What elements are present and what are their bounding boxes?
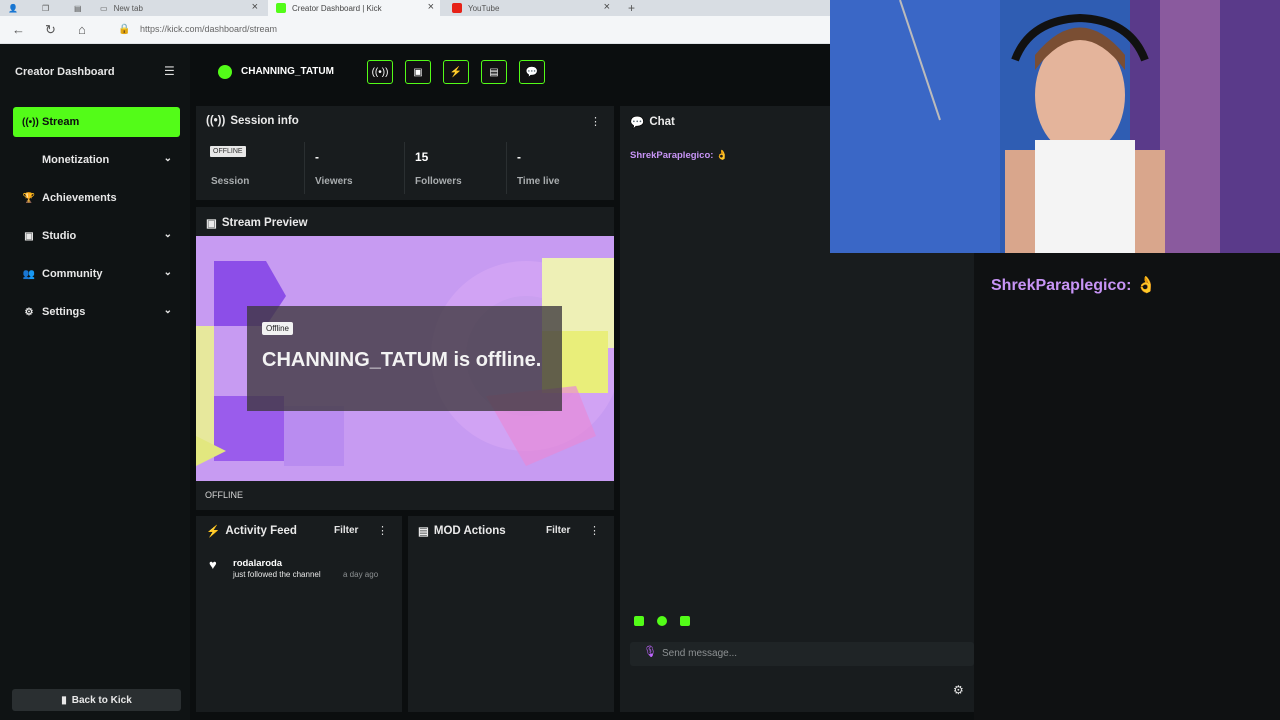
preview-status: OFFLINE xyxy=(205,490,244,500)
lightning-icon: ⚡ xyxy=(449,66,463,78)
stat-viewers: - xyxy=(315,150,319,164)
sidebar-item-settings[interactable]: ⚙ Settings ⌄ xyxy=(13,297,180,327)
status-badge: OFFLINE xyxy=(210,146,246,157)
more-options-icon[interactable]: ⋮ xyxy=(589,524,600,537)
channel-avatar xyxy=(218,65,232,79)
broadcast-icon: ((•)) xyxy=(371,66,389,78)
refresh-icon[interactable]: ↻ xyxy=(45,22,56,38)
preview-button[interactable]: ▣ xyxy=(405,60,431,84)
heart-icon: ♥ xyxy=(209,557,217,572)
door-icon: ▮ xyxy=(61,694,67,706)
back-arrow-icon[interactable]: ← xyxy=(12,22,25,37)
session-info-title: Session info xyxy=(230,115,299,127)
address-bar: ← ↻ ⌂ 🔒 https://kick.com/dashboard/strea… xyxy=(0,16,830,44)
follower-name[interactable]: rodalaroda xyxy=(233,558,282,569)
url-field[interactable]: https://kick.com/dashboard/stream xyxy=(140,24,277,34)
chat-message: ShrekParaplegico: 👌 xyxy=(630,150,728,161)
close-tab-icon[interactable]: × xyxy=(604,0,610,14)
follow-timestamp: a day ago xyxy=(343,570,379,579)
dashboard-topbar: CHANNING_TATUM ((•)) ▣ ⚡ ▤ 💬 xyxy=(190,44,830,99)
collapse-sidebar-icon[interactable]: ☰ xyxy=(164,64,175,78)
mod-filter-button[interactable]: Filter xyxy=(546,525,570,536)
activity-button[interactable]: ⚡ xyxy=(443,60,469,84)
stream-preview-image: Offline CHANNING_TATUM is offline. xyxy=(196,236,614,481)
chevron-down-icon: ⌄ xyxy=(163,153,172,164)
webcam-overlay xyxy=(830,0,1280,253)
sidebar-item-studio[interactable]: ▣ Studio ⌄ xyxy=(13,221,180,251)
home-icon[interactable]: ⌂ xyxy=(78,22,86,37)
chevron-down-icon: ⌄ xyxy=(163,229,172,240)
more-options-icon[interactable]: ⋮ xyxy=(590,115,601,128)
stat-followers: 15 xyxy=(415,150,429,164)
stat-label-followers: Followers xyxy=(415,176,462,187)
overlay-side-panel xyxy=(974,253,1280,720)
new-tab-icon[interactable]: + xyxy=(620,0,640,16)
sidebar-title: Creator Dashboard xyxy=(15,66,115,78)
lightning-icon: ⚡ xyxy=(206,526,221,538)
studio-icon: ▣ xyxy=(24,230,34,242)
profile-icon[interactable]: 👤 xyxy=(0,0,30,16)
document-icon: ▤ xyxy=(418,526,429,538)
sidebar-item-stream[interactable]: ((•)) Stream xyxy=(13,107,180,137)
emote-icon[interactable] xyxy=(634,616,644,626)
offline-badge: Offline xyxy=(262,322,293,335)
stream-preview-title: Stream Preview xyxy=(221,217,308,229)
tab-creator-dashboard[interactable]: Creator Dashboard | Kick × xyxy=(268,0,440,16)
sidebar-item-monetization[interactable]: Monetization ⌄ xyxy=(13,145,180,175)
tab-youtube[interactable]: YouTube × xyxy=(444,0,616,16)
chevron-down-icon: ⌄ xyxy=(163,267,172,278)
page-icon: ▭ xyxy=(100,3,108,13)
browser-tab-bar: 👤 ❐ ▤ ▭ New tab × Creator Dashboard | Ki… xyxy=(0,0,830,16)
tab-new-tab[interactable]: ▭ New tab × xyxy=(92,0,264,16)
activity-feed-panel: ⚡ Activity Feed Filter ⋮ xyxy=(196,516,402,712)
mod-actions-button[interactable]: ▤ xyxy=(481,60,507,84)
chat-bubble-icon: 💬 xyxy=(630,117,645,129)
channel-name: CHANNING_TATUM xyxy=(241,66,334,77)
activity-filter-button[interactable]: Filter xyxy=(334,525,358,536)
chat-bubble-icon: 💬 xyxy=(525,66,539,78)
sidebar-item-community[interactable]: 👥 Community ⌄ xyxy=(13,259,180,289)
document-icon: ▤ xyxy=(489,66,499,78)
gear-icon[interactable]: ⚙ xyxy=(953,683,964,697)
overlay-chat-message: ShrekParaplegico: 👌 xyxy=(991,277,1156,294)
emote-icon[interactable] xyxy=(657,616,667,626)
broadcast-icon: ((•)) xyxy=(206,115,226,127)
kick-logo-icon xyxy=(276,3,286,13)
offline-message-card: Offline CHANNING_TATUM is offline. xyxy=(247,306,562,411)
mic-icon[interactable]: 🎙 xyxy=(643,645,657,658)
trophy-icon: 🏆 xyxy=(22,192,36,204)
follow-description: just followed the channel xyxy=(233,570,321,579)
mod-actions-title: MOD Actions xyxy=(433,525,506,537)
chevron-down-icon: ⌄ xyxy=(163,305,172,316)
gear-icon: ⚙ xyxy=(24,306,34,318)
more-options-icon[interactable]: ⋮ xyxy=(377,524,388,537)
chat-button[interactable]: 💬 xyxy=(519,60,545,84)
collections-icon[interactable]: ❐ xyxy=(34,0,56,16)
activity-feed-title: Activity Feed xyxy=(225,525,297,537)
webcam-feed xyxy=(830,0,1280,253)
stream-info-button[interactable]: ((•)) xyxy=(367,60,393,84)
mod-actions-panel: ▤ MOD Actions Filter ⋮ xyxy=(408,516,614,712)
chat-title: Chat xyxy=(649,116,675,128)
stat-time-live: - xyxy=(517,150,521,164)
tab-actions-icon[interactable]: ▤ xyxy=(66,0,88,16)
stat-label-viewers: Viewers xyxy=(315,176,353,187)
broadcast-icon: ((•)) xyxy=(22,116,39,128)
screen-icon: ▣ xyxy=(206,218,217,230)
close-tab-icon[interactable]: × xyxy=(252,0,258,14)
close-tab-icon[interactable]: × xyxy=(428,0,434,14)
stat-label-time-live: Time live xyxy=(517,176,560,187)
chat-placeholder: Send message... xyxy=(662,648,738,659)
back-to-kick-button[interactable]: ▮ Back to Kick xyxy=(12,689,181,711)
screen-icon: ▣ xyxy=(413,66,423,78)
offline-message: CHANNING_TATUM is offline. xyxy=(262,349,542,371)
stat-label-session: Session xyxy=(211,176,250,187)
sidebar-item-achievements[interactable]: 🏆 Achievements xyxy=(13,183,180,213)
community-icon: 👥 xyxy=(22,268,36,280)
youtube-logo-icon xyxy=(452,3,462,13)
lock-icon: 🔒 xyxy=(118,24,131,35)
session-info-panel: ((•)) Session info ⋮ OFFLINE Session - V… xyxy=(196,106,614,200)
emote-icon[interactable] xyxy=(680,616,690,626)
